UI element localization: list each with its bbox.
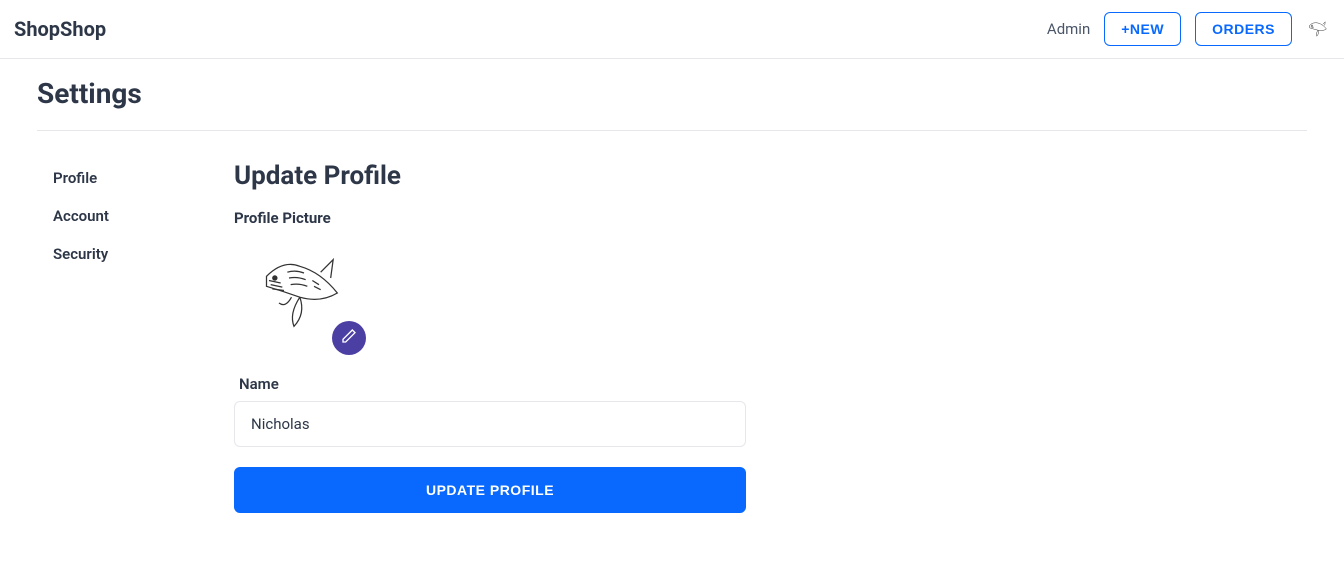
orders-button[interactable]: ORDERS bbox=[1195, 12, 1292, 46]
sidebar-item-profile[interactable]: Profile bbox=[53, 161, 234, 195]
main: Update Profile Profile Picture bbox=[234, 161, 746, 513]
name-label: Name bbox=[234, 375, 746, 393]
avatar-small[interactable] bbox=[1306, 17, 1330, 41]
sidebar-item-security[interactable]: Security bbox=[53, 237, 234, 271]
admin-label: Admin bbox=[1047, 20, 1090, 38]
profile-picture-label: Profile Picture bbox=[234, 209, 746, 227]
profile-picture-wrapper bbox=[254, 243, 374, 363]
sidebar: Profile Account Security bbox=[37, 161, 234, 513]
edit-picture-button[interactable] bbox=[332, 321, 366, 355]
title-area: Settings bbox=[37, 77, 1307, 131]
new-button[interactable]: +NEW bbox=[1104, 12, 1181, 46]
container: Settings Profile Account Security Update… bbox=[37, 59, 1307, 513]
pencil-icon bbox=[341, 328, 357, 348]
name-input[interactable] bbox=[234, 401, 746, 447]
section-title: Update Profile bbox=[234, 161, 746, 191]
header: ShopShop Admin +NEW ORDERS bbox=[0, 0, 1344, 59]
content: Profile Account Security Update Profile … bbox=[37, 131, 1307, 513]
brand-logo[interactable]: ShopShop bbox=[14, 17, 106, 41]
update-profile-button[interactable]: UPDATE PROFILE bbox=[234, 467, 746, 513]
header-right: Admin +NEW ORDERS bbox=[1047, 12, 1330, 46]
sidebar-item-account[interactable]: Account bbox=[53, 199, 234, 233]
page-title: Settings bbox=[37, 77, 1307, 130]
